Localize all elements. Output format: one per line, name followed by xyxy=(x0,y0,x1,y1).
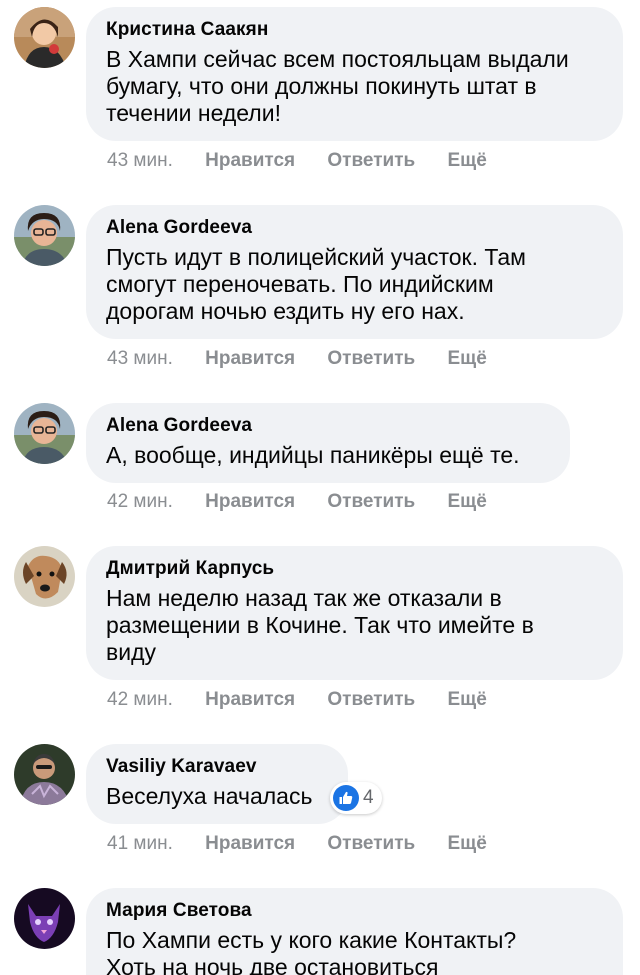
comment-bubble: Мария Светова По Хампи есть у кого какие… xyxy=(86,888,623,975)
comment-bubble: Alena Gordeeva А, вообще, индийцы паникё… xyxy=(86,403,570,483)
comment-time[interactable]: 41 мин. xyxy=(107,833,173,855)
reply-button[interactable]: Ответить xyxy=(327,491,415,513)
comment-text: Нам неделю назад так же отказали в разме… xyxy=(106,585,534,665)
avatar[interactable] xyxy=(14,744,75,805)
comment-time[interactable]: 42 мин. xyxy=(107,491,173,513)
more-button[interactable]: Ещё xyxy=(448,833,487,855)
comment-bubble: Vasiliy Karavaev Веселуха началась xyxy=(86,744,348,824)
comment-text: Веселуха началась xyxy=(106,783,313,809)
profile-photo-icon xyxy=(14,403,75,464)
profile-photo-icon xyxy=(14,888,75,949)
avatar[interactable] xyxy=(14,546,75,607)
comment-text: В Хампи сейчас всем постояльцам выдали б… xyxy=(106,46,569,126)
comment-author[interactable]: Дмитрий Карпусь xyxy=(106,558,603,580)
comment-author[interactable]: Vasiliy Karavaev xyxy=(106,756,328,778)
comment-bubble: Кристина Саакян В Хампи сейчас всем пост… xyxy=(86,7,623,141)
avatar[interactable] xyxy=(14,205,75,266)
comment-actions: 42 мин. Нравится Ответить Ещё xyxy=(107,689,514,711)
like-button[interactable]: Нравится xyxy=(205,150,295,172)
avatar[interactable] xyxy=(14,888,75,949)
comment-time[interactable]: 43 мин. xyxy=(107,150,173,172)
comment-author[interactable]: Alena Gordeeva xyxy=(106,217,603,239)
like-button[interactable]: Нравится xyxy=(205,491,295,513)
avatar[interactable] xyxy=(14,7,75,68)
avatar[interactable] xyxy=(14,403,75,464)
more-button[interactable]: Ещё xyxy=(448,348,487,370)
like-icon xyxy=(333,785,359,811)
comment-text: По Хампи есть у кого какие Контакты? Хот… xyxy=(106,927,517,975)
profile-photo-icon xyxy=(14,7,75,68)
comment-text: Пусть идут в полицейский участок. Там см… xyxy=(106,244,526,324)
comment-actions: 43 мин. Нравится Ответить Ещё xyxy=(107,348,514,370)
comment-text: А, вообще, индийцы паникёры ещё те. xyxy=(106,442,520,468)
profile-photo-icon xyxy=(14,205,75,266)
comment-author[interactable]: Alena Gordeeva xyxy=(106,415,550,437)
like-button[interactable]: Нравится xyxy=(205,689,295,711)
comment-time[interactable]: 42 мин. xyxy=(107,689,173,711)
more-button[interactable]: Ещё xyxy=(448,689,487,711)
comment-bubble: Дмитрий Карпусь Нам неделю назад так же … xyxy=(86,546,623,680)
comment-author[interactable]: Мария Светова xyxy=(106,900,603,922)
profile-photo-icon xyxy=(14,546,75,607)
more-button[interactable]: Ещё xyxy=(448,150,487,172)
comment-actions: 43 мин. Нравится Ответить Ещё xyxy=(107,150,514,172)
comment-actions: 42 мин. Нравится Ответить Ещё xyxy=(107,491,514,513)
reply-button[interactable]: Ответить xyxy=(327,348,415,370)
comment-author[interactable]: Кристина Саакян xyxy=(106,19,603,41)
reply-button[interactable]: Ответить xyxy=(327,150,415,172)
like-button[interactable]: Нравится xyxy=(205,833,295,855)
profile-photo-icon xyxy=(14,744,75,805)
more-button[interactable]: Ещё xyxy=(448,491,487,513)
reaction-summary[interactable]: 4 xyxy=(330,782,382,814)
comment-actions: 41 мин. Нравится Ответить Ещё xyxy=(107,833,514,855)
comment-bubble: Alena Gordeeva Пусть идут в полицейский … xyxy=(86,205,623,339)
like-button[interactable]: Нравится xyxy=(205,348,295,370)
reply-button[interactable]: Ответить xyxy=(327,689,415,711)
reply-button[interactable]: Ответить xyxy=(327,833,415,855)
reaction-count: 4 xyxy=(363,787,374,808)
comment-time[interactable]: 43 мин. xyxy=(107,348,173,370)
